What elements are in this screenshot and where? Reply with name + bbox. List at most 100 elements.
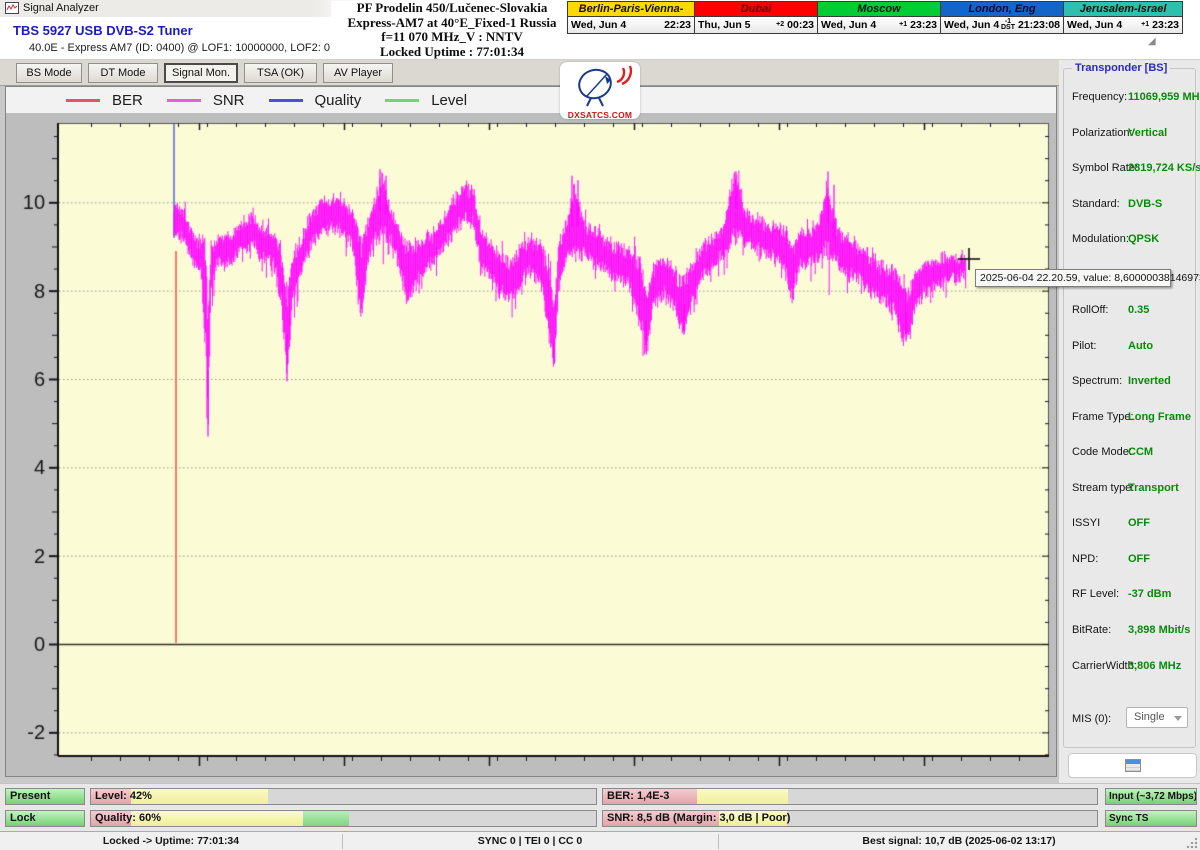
transponder-row-value: 3,806 MHz [1128,660,1181,672]
zoom-grip-icon[interactable]: ◢ [1148,36,1156,47]
service-list-button[interactable] [1068,753,1197,778]
transponder-row-label: BitRate: [1072,624,1111,636]
transponder-row-value: -37 dBm [1128,588,1171,600]
clock-time: 00:23 [787,19,814,31]
transponder-row-value: CCM [1128,446,1153,458]
header-strip: Signal Analyzer TBS 5927 USB DVB-S2 Tune… [0,0,1200,60]
transponder-row: NPD:OFF [1064,553,1197,569]
clock-dubai: DubaiThu, Jun 5+200:23 [695,1,818,34]
transponder-row: BitRate: 3,898 Mbit/s [1064,624,1197,640]
site-info-line-2: Express-AM7 at 40°E_Fixed-1 Russia [331,16,573,31]
transponder-row: CarrierWidth:3,806 MHz [1064,660,1197,676]
transponder-row-value: 2819,724 KS/s [1128,162,1200,174]
clock-body: Wed, Jun 4+123:23 [818,17,940,33]
clock-city: Dubai [695,2,817,17]
clock-utc-offset: -1DST [1001,19,1015,32]
clock-date: Wed, Jun 4 [1067,19,1122,31]
transponder-row-value: QPSK [1128,233,1159,245]
quality-bar: Quality: 60% [90,810,597,827]
transponder-title: Transponder [BS] [1072,62,1170,74]
transponder-row: ISSYI OFF [1064,517,1197,533]
transponder-row: Code Mode:CCM [1064,446,1197,462]
lock-bar-label: Lock [10,812,36,824]
statusbar-section-3: Best signal: 10,7 dB (2025-06-02 13:17) [718,832,1200,850]
transponder-row-label: RF Level: [1072,588,1119,600]
chart-legend: BER SNR Quality Level [6,87,1056,113]
clock-city: Berlin-Paris-Vienna-Roma [568,2,694,17]
tab-dt-mode[interactable]: DT Mode [88,63,158,83]
clock-body: Thu, Jun 5+200:23 [695,17,817,33]
chart-tooltip: 2025-06-04 22.20.59, value: 8,6000003814… [975,269,1171,287]
legend-line-icon [269,99,303,102]
window-title: Signal Analyzer [23,2,99,14]
clock-time: 23:23 [910,19,937,31]
transponder-row: RF Level: -37 dBm [1064,588,1197,604]
transponder-row-value: OFF [1128,517,1150,529]
transponder-row: RollOff: 0.35 [1064,304,1197,320]
transponder-row-value: 11069,959 MHz [1128,91,1200,103]
clock-body: Wed, Jun 4-1DST21:23:08 [941,17,1063,33]
status-bar: Locked -> Uptime: 77:01:34SYNC 0 | TEI 0… [0,831,1200,850]
clock-body: Wed, Jun 422:23 [568,17,694,33]
level-bar: Level: 42% [90,788,597,805]
transponder-row-label: Spectrum: [1072,375,1122,387]
statusbar-separator [342,834,343,849]
tab-av-player[interactable]: AV Player [323,63,393,83]
snr-bar-label: SNR: 8,5 dB (Margin: 3,0 dB | Poor) [607,812,790,824]
transponder-row-value: 0.35 [1128,304,1149,316]
transponder-row-label: RollOff: [1072,304,1108,316]
legend-label: BER [112,92,143,109]
legend-label: Quality [315,92,362,109]
transponder-row: Pilot:Auto [1064,340,1197,356]
clock-body: Wed, Jun 4+123:23 [1064,17,1182,33]
transponder-row-label: Stream type: [1072,482,1134,494]
legend-label: Level [431,92,467,109]
tab-signal-mon-[interactable]: Signal Mon. [164,63,238,83]
legend-item-level: Level [385,92,467,109]
transponder-row-label: Frame Type: [1072,411,1134,423]
tab-tsa-ok-[interactable]: TSA (OK) [244,63,317,83]
transponder-row-label: NPD: [1072,553,1098,565]
legend-item-snr: SNR [167,92,245,109]
app-icon [5,2,19,14]
transponder-row: Polarization:Vertical [1064,127,1197,143]
mis-value: Single [1134,711,1165,723]
signal-chart-canvas[interactable] [9,111,1055,775]
snr-bar: SNR: 8,5 dB (Margin: 3,0 dB | Poor) [602,810,1098,827]
status-bars-area: Present Level: 42% BER: 1,4E-3 Input (~3,72… [0,783,1200,831]
transponder-row: Stream type:Transport [1064,482,1197,498]
sync-bar: Sync TS [1105,810,1197,827]
mis-label: MIS (0): [1072,713,1111,725]
clock-time: 21:23:08 [1018,19,1060,31]
transponder-row: Spectrum:Inverted [1064,375,1197,391]
clock-london-eng: London, EngWed, Jun 4-1DST21:23:08 [941,1,1064,34]
transponder-row-value: DVB-S [1128,198,1162,210]
level-bar-label: Level: 42% [95,790,152,802]
present-bar: Present [5,788,85,805]
ber-bar: BER: 1,4E-3 [602,788,1098,805]
statusbar-section-1: Locked -> Uptime: 77:01:34 [0,832,342,850]
clock-moscow: MoscowWed, Jun 4+123:23 [818,1,941,34]
input-bar: Input (~3,72 Mbps) [1105,788,1197,805]
clock-time: 23:23 [1152,19,1179,31]
tab-bs-mode[interactable]: BS Mode [16,63,82,83]
statusbar-section-2: SYNC 0 | TEI 0 | CC 0 [342,832,718,850]
legend-line-icon [66,99,100,102]
clock-date: Wed, Jun 4 [944,19,999,31]
legend-label: SNR [213,92,245,109]
lock-bar: Lock [5,810,85,827]
logo-text: DXSATCS.COM [560,110,640,120]
signal-chart-panel: BER SNR Quality Level [5,86,1057,777]
transponder-row-value: 3,898 Mbit/s [1128,624,1190,636]
clock-city: London, Eng [941,2,1063,17]
transponder-groupbox: Transponder [BS] Frequency:11069,959 MHz… [1063,68,1196,748]
transponder-row-value: Auto [1128,340,1153,352]
transponder-row-label: Standard: [1072,198,1120,210]
transponder-row: Symbol Rate:2819,724 KS/s [1064,162,1197,178]
clock-date: Thu, Jun 5 [698,19,751,31]
transponder-panel: Transponder [BS] Frequency:11069,959 MHz… [1059,60,1200,783]
legend-line-icon [167,99,201,102]
mis-dropdown[interactable]: Single [1126,707,1188,728]
transponder-row-label: ISSYI [1072,517,1100,529]
present-bar-label: Present [10,790,50,802]
